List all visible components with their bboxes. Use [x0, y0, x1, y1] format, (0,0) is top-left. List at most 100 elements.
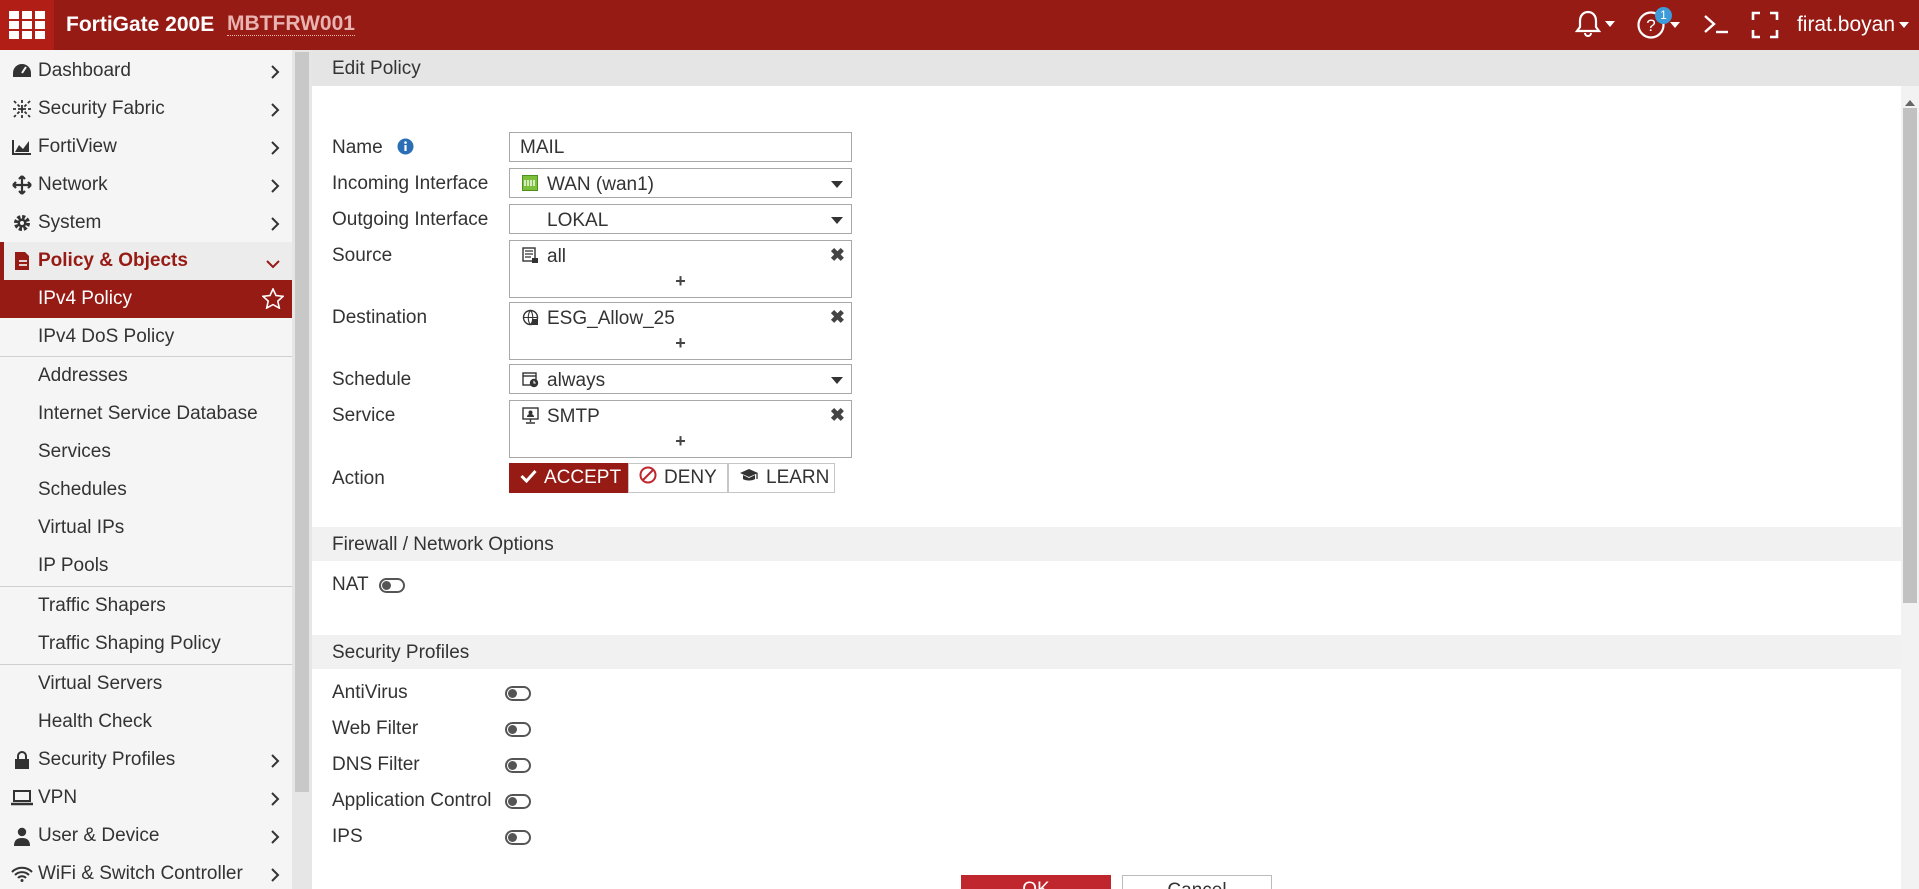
sidebar-item-virtual-servers[interactable]: Virtual Servers: [0, 665, 292, 703]
security-profiles-header: Security Profiles: [312, 635, 1901, 669]
sidebar-item-dashboard[interactable]: Dashboard: [0, 52, 292, 90]
sidebar-item-virtual-ips[interactable]: Virtual IPs: [0, 509, 292, 547]
chevron-down-icon: [831, 217, 843, 224]
incoming-interface-select[interactable]: WAN (wan1): [509, 168, 852, 198]
chevron-right-icon: [271, 790, 280, 812]
chevron-down-icon: [831, 181, 843, 188]
sidebar-item-user-device[interactable]: User & Device: [0, 817, 292, 855]
firewall-network-options-header: Firewall / Network Options: [312, 527, 1901, 561]
cli-console-button[interactable]: [1702, 12, 1730, 36]
fabric-icon: [10, 99, 34, 119]
ips-toggle[interactable]: [505, 830, 531, 845]
notifications-button[interactable]: [1575, 10, 1615, 38]
sidebar-item-health-check[interactable]: Health Check: [0, 703, 292, 741]
remove-source-icon[interactable]: ✖: [830, 245, 845, 266]
outgoing-interface-select[interactable]: LOKAL: [509, 204, 852, 234]
remove-service-icon[interactable]: ✖: [830, 405, 845, 426]
destination-label: Destination: [332, 307, 428, 328]
fullscreen-icon: [1751, 11, 1779, 39]
sidebar-item-network[interactable]: Network: [0, 166, 292, 204]
sidebar-item-ipv4-dos-policy[interactable]: IPv4 DoS Policy: [0, 318, 292, 356]
checkmark-icon: [520, 467, 537, 489]
chevron-right-icon: [271, 177, 280, 199]
add-destination-button[interactable]: +: [510, 333, 851, 354]
name-input[interactable]: MAIL: [509, 132, 852, 162]
sidebar-item-ip-pools[interactable]: IP Pools: [0, 547, 292, 585]
dns-filter-toggle[interactable]: [505, 758, 531, 773]
sidebar-item-policy-objects[interactable]: Policy & Objects: [0, 242, 292, 280]
action-learn-button[interactable]: LEARN: [728, 463, 835, 493]
service-field[interactable]: SMTP ✖ +: [509, 400, 852, 458]
nat-toggle[interactable]: [379, 578, 405, 593]
chevron-right-icon: [271, 63, 280, 85]
outgoing-interface-label: Outgoing Interface: [332, 209, 489, 230]
sidebar: Dashboard Security Fabric FortiView Netw…: [0, 50, 292, 889]
destination-field[interactable]: ESG_Allow_25 ✖ +: [509, 302, 852, 360]
sidebar-item-traffic-shaping-policy[interactable]: Traffic Shaping Policy: [0, 625, 292, 663]
chevron-down-icon: [831, 377, 843, 384]
sidebar-item-security-fabric[interactable]: Security Fabric: [0, 90, 292, 128]
sidebar-item-schedules[interactable]: Schedules: [0, 471, 292, 509]
chevron-right-icon: [271, 828, 280, 850]
source-field[interactable]: all ✖ +: [509, 240, 852, 298]
device-name: FortiGate 200E: [66, 13, 215, 36]
fullscreen-button[interactable]: [1751, 11, 1779, 39]
chevron-right-icon: [271, 101, 280, 123]
sidebar-item-ipv4-policy[interactable]: IPv4 Policy: [0, 280, 292, 318]
ips-label: IPS: [332, 826, 363, 847]
ok-button[interactable]: OK: [961, 875, 1111, 889]
chevron-right-icon: [271, 139, 280, 161]
chevron-right-icon: [271, 866, 280, 888]
sidebar-item-services[interactable]: Services: [0, 433, 292, 471]
antivirus-toggle[interactable]: [505, 686, 531, 701]
schedule-select[interactable]: always: [509, 364, 852, 394]
svg-text:?: ?: [1646, 16, 1655, 35]
user-icon: [10, 827, 34, 846]
chevron-down-icon: [266, 253, 280, 275]
address-icon: [522, 247, 539, 270]
address-group-icon: [522, 309, 539, 332]
calendar-clock-icon: [522, 371, 539, 394]
cli-icon: [1704, 15, 1728, 34]
service-label: Service: [332, 405, 396, 426]
sidebar-scrollbar-thumb[interactable]: [295, 52, 309, 792]
sidebar-item-security-profiles[interactable]: Security Profiles: [0, 741, 292, 779]
sidebar-item-wifi-switch-controller[interactable]: WiFi & Switch Controller: [0, 855, 292, 889]
incoming-interface-label: Incoming Interface: [332, 173, 489, 194]
web-filter-toggle[interactable]: [505, 722, 531, 737]
source-label: Source: [332, 245, 393, 266]
info-icon[interactable]: [397, 138, 414, 161]
user-menu[interactable]: firat.boyan: [1797, 13, 1909, 37]
sidebar-item-addresses[interactable]: Addresses: [0, 357, 292, 395]
main-scrollbar-thumb[interactable]: [1903, 108, 1917, 603]
name-label: Name: [332, 137, 414, 161]
port-icon: [522, 175, 538, 197]
bell-icon: [1575, 10, 1601, 37]
hostname[interactable]: MBTFRW001: [227, 13, 355, 36]
sidebar-item-traffic-shapers[interactable]: Traffic Shapers: [0, 587, 292, 625]
lock-icon: [10, 750, 34, 770]
sidebar-item-vpn[interactable]: VPN: [0, 779, 292, 817]
action-accept-button[interactable]: ACCEPT: [509, 463, 628, 493]
action-deny-button[interactable]: DENY: [628, 463, 728, 493]
web-filter-label: Web Filter: [332, 718, 419, 739]
add-service-button[interactable]: +: [510, 431, 851, 452]
policy-icon: [10, 251, 34, 271]
laptop-icon: [10, 790, 34, 806]
dashboard-icon: [10, 62, 34, 80]
star-icon[interactable]: [261, 287, 285, 315]
application-control-label: Application Control: [332, 790, 492, 811]
schedule-label: Schedule: [332, 369, 412, 390]
application-control-toggle[interactable]: [505, 794, 531, 809]
fortinet-logo-icon[interactable]: [0, 0, 54, 50]
chevron-right-icon: [271, 215, 280, 237]
main-content: Edit Policy Name MAIL Incoming Interface…: [312, 50, 1919, 889]
chevron-right-icon: [271, 752, 280, 774]
sidebar-item-fortiview[interactable]: FortiView: [0, 128, 292, 166]
sidebar-item-internet-service-database[interactable]: Internet Service Database: [0, 395, 292, 433]
cancel-button[interactable]: Cancel: [1122, 875, 1272, 889]
sidebar-item-system[interactable]: System: [0, 204, 292, 242]
add-source-button[interactable]: +: [510, 271, 851, 292]
service-icon: [522, 407, 539, 430]
remove-destination-icon[interactable]: ✖: [830, 307, 845, 328]
